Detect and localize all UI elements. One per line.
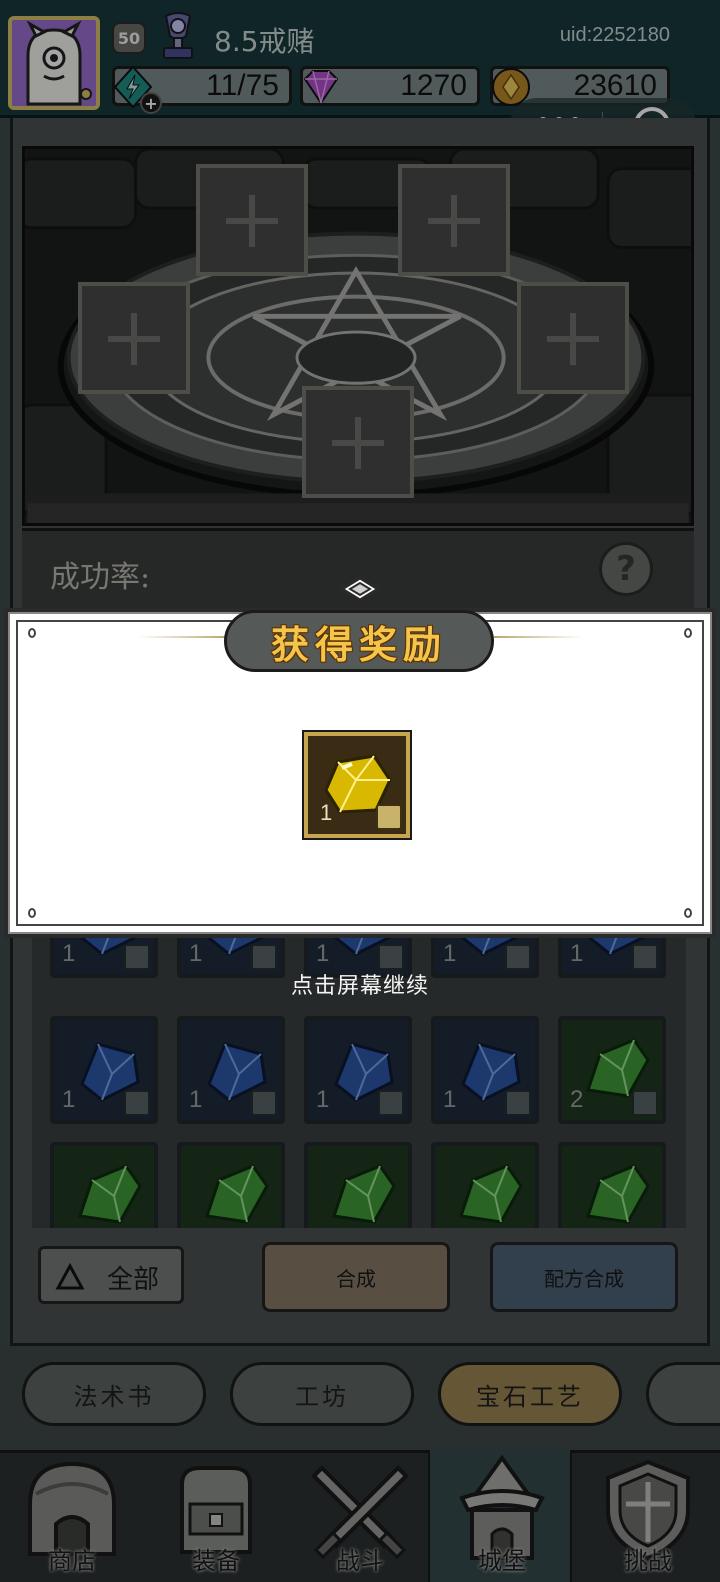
reward-qty: 1 [320, 800, 333, 825]
title-ornament-left [138, 636, 228, 638]
tap-to-continue-hint: 点击屏幕继续 [290, 974, 429, 999]
reward-item[interactable]: 1 [304, 732, 410, 838]
rivet [28, 628, 36, 638]
rivet [684, 628, 692, 638]
reward-title: 获得奖励 [270, 621, 447, 667]
reward-title-plate: 获得奖励 [224, 610, 494, 672]
title-ornament-right [494, 636, 584, 638]
rivet [684, 908, 692, 918]
necklace-slot-icon [376, 804, 402, 830]
diamond-ornament-icon [339, 576, 381, 602]
rivet [28, 908, 36, 918]
